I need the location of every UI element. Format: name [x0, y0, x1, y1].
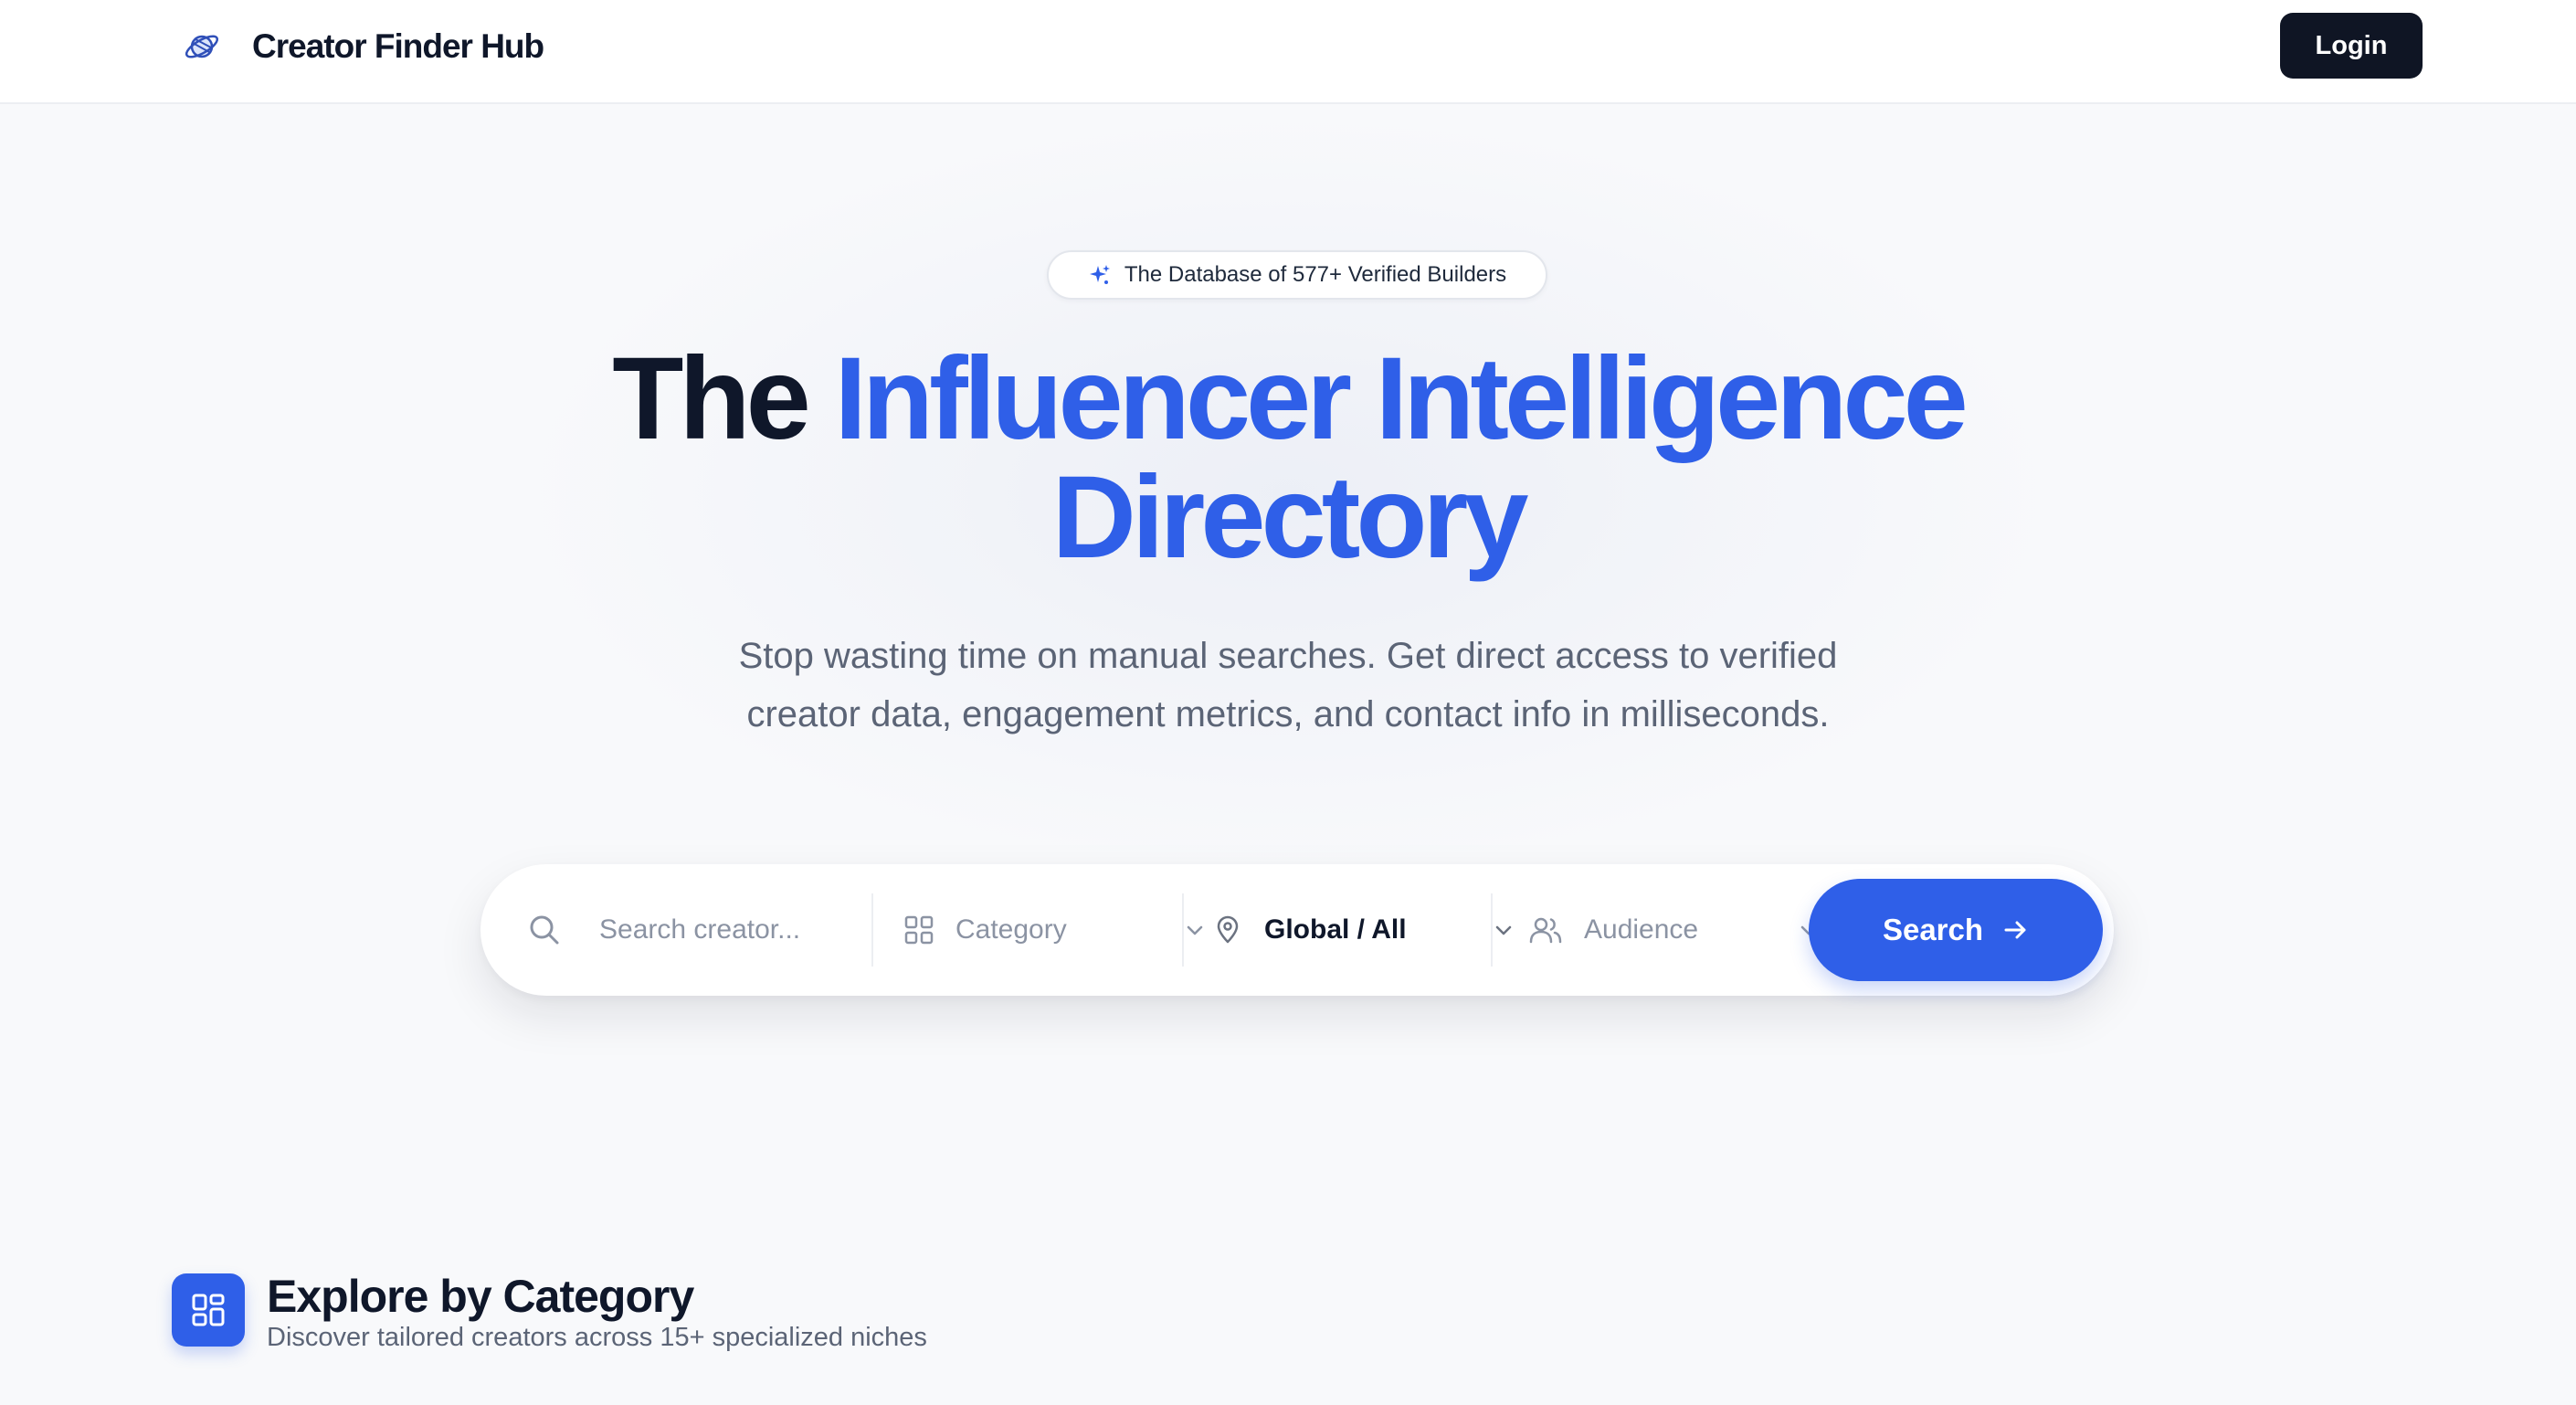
brand-name: Creator Finder Hub	[252, 27, 544, 65]
location-select[interactable]: Global / All	[1213, 864, 1512, 996]
login-button[interactable]: Login	[2280, 13, 2423, 79]
map-pin-icon	[1213, 915, 1242, 945]
badge-text: The Database of 577+ Verified Builders	[1124, 262, 1507, 287]
sparkle-icon	[1088, 263, 1112, 287]
subtitle-line2: creator data, engagement metrics, and co…	[746, 694, 1830, 734]
grid-icon	[172, 1273, 245, 1347]
brand[interactable]: Creator Finder Hub	[179, 24, 544, 69]
search-icon	[528, 914, 561, 946]
headline-blue-line1: Influencer Intelligence	[834, 333, 1968, 464]
search-divider	[871, 893, 873, 967]
search-segment	[528, 864, 884, 996]
search-input[interactable]	[599, 914, 846, 945]
verified-builders-badge: The Database of 577+ Verified Builders	[1047, 250, 1547, 300]
category-select[interactable]: Category	[904, 864, 1203, 996]
top-navbar: Creator Finder Hub Login	[0, 0, 2576, 104]
subtitle-line1: Stop wasting time on manual searches. Ge…	[738, 636, 1838, 676]
location-value: Global / All	[1264, 914, 1407, 945]
grid-icon	[904, 915, 934, 945]
audience-select[interactable]: Audience	[1529, 864, 1817, 996]
category-divider	[1182, 893, 1184, 967]
arrow-right-icon	[2001, 916, 2029, 944]
planet-icon	[179, 24, 225, 69]
headline-blue-line2: Directory	[1051, 452, 1529, 583]
hero-subtitle: Stop wasting time on manual searches. Ge…	[639, 627, 1937, 744]
category-label: Category	[955, 914, 1067, 945]
category-section-subtitle: Discover tailored creators across 15+ sp…	[267, 1323, 927, 1352]
users-icon	[1529, 915, 1562, 945]
category-section-title: Explore by Category	[267, 1271, 694, 1322]
search-bar: Category Global / All Audience	[480, 864, 2114, 996]
audience-label: Audience	[1584, 914, 1699, 945]
chevron-down-icon	[1184, 919, 1206, 941]
search-button-label: Search	[1882, 913, 1984, 946]
chevron-down-icon	[1493, 919, 1515, 941]
headline-dark: The	[612, 333, 811, 464]
location-divider	[1491, 893, 1493, 967]
hero-headline: The Influencer Intelligence Directory	[0, 340, 2576, 577]
search-button[interactable]: Search	[1809, 879, 2103, 981]
